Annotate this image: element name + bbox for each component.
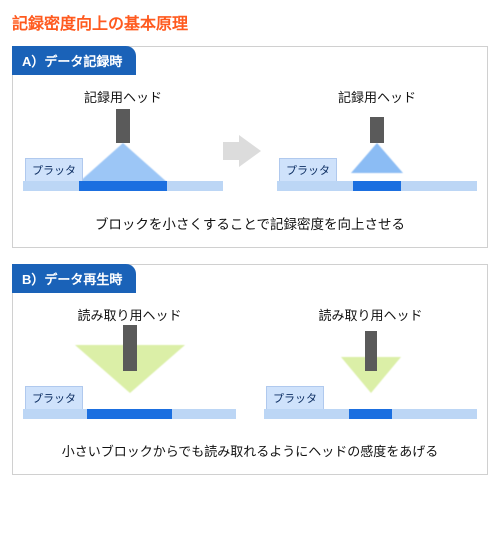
read-head-icon bbox=[365, 331, 377, 371]
panel-a-tab: A）データ記録時 bbox=[12, 46, 136, 75]
panel-b-spacer bbox=[240, 395, 260, 425]
platter-label: プラッタ bbox=[266, 386, 324, 409]
track-large bbox=[23, 181, 223, 191]
arrow-cell bbox=[227, 135, 273, 197]
panel-b-diagram-row: 読み取り用ヘッド プラッタ 読み取り bbox=[23, 305, 477, 425]
read-head-label-left: 読み取り用ヘッド bbox=[23, 305, 236, 324]
panel-a-left-cell: 記録用ヘッド プラッタ bbox=[23, 87, 223, 197]
track-large-b bbox=[23, 409, 236, 419]
panel-a-caption: ブロックを小さくすることで記録密度を向上させる bbox=[23, 213, 477, 233]
track-small-b bbox=[264, 409, 477, 419]
panel-b-right-cell: 読み取り用ヘッド プラッタ bbox=[264, 305, 477, 425]
panel-a: A）データ記録時 記録用ヘッド プラッタ bbox=[12, 46, 488, 248]
panel-b-tab: B）データ再生時 bbox=[12, 264, 136, 293]
panel-b-body: 読み取り用ヘッド プラッタ 読み取り bbox=[13, 293, 487, 474]
write-stage-large: 記録用ヘッド プラッタ bbox=[23, 87, 223, 197]
panel-b-caption: 小さいブロックからでも読み取れるようにヘッドの感度をあげる bbox=[23, 441, 477, 460]
panel-b-left-cell: 読み取り用ヘッド プラッタ bbox=[23, 305, 236, 425]
panel-b: B）データ再生時 読み取り用ヘッド プラッタ bbox=[12, 264, 488, 475]
write-head-icon bbox=[370, 117, 384, 143]
platter-label: プラッタ bbox=[279, 158, 337, 181]
write-head-icon bbox=[116, 109, 130, 143]
panel-a-right-cell: 記録用ヘッド プラッタ bbox=[277, 87, 477, 197]
write-head-label-left: 記録用ヘッド bbox=[23, 87, 223, 106]
main-title: 記録密度向上の基本原理 bbox=[12, 10, 488, 34]
read-stage-large: 読み取り用ヘッド プラッタ bbox=[23, 305, 236, 425]
panel-a-diagram-row: 記録用ヘッド プラッタ bbox=[23, 87, 477, 197]
write-stage-small: 記録用ヘッド プラッタ bbox=[277, 87, 477, 197]
platter-label: プラッタ bbox=[25, 158, 83, 181]
read-head-label-right: 読み取り用ヘッド bbox=[264, 305, 477, 324]
panel-a-body: 記録用ヘッド プラッタ bbox=[13, 75, 487, 247]
write-head-label-right: 記録用ヘッド bbox=[277, 87, 477, 106]
read-head-icon bbox=[123, 325, 137, 371]
track-small bbox=[277, 181, 477, 191]
arrow-right-icon bbox=[239, 135, 261, 167]
read-stage-small: 読み取り用ヘッド プラッタ bbox=[264, 305, 477, 425]
platter-label: プラッタ bbox=[25, 386, 83, 409]
